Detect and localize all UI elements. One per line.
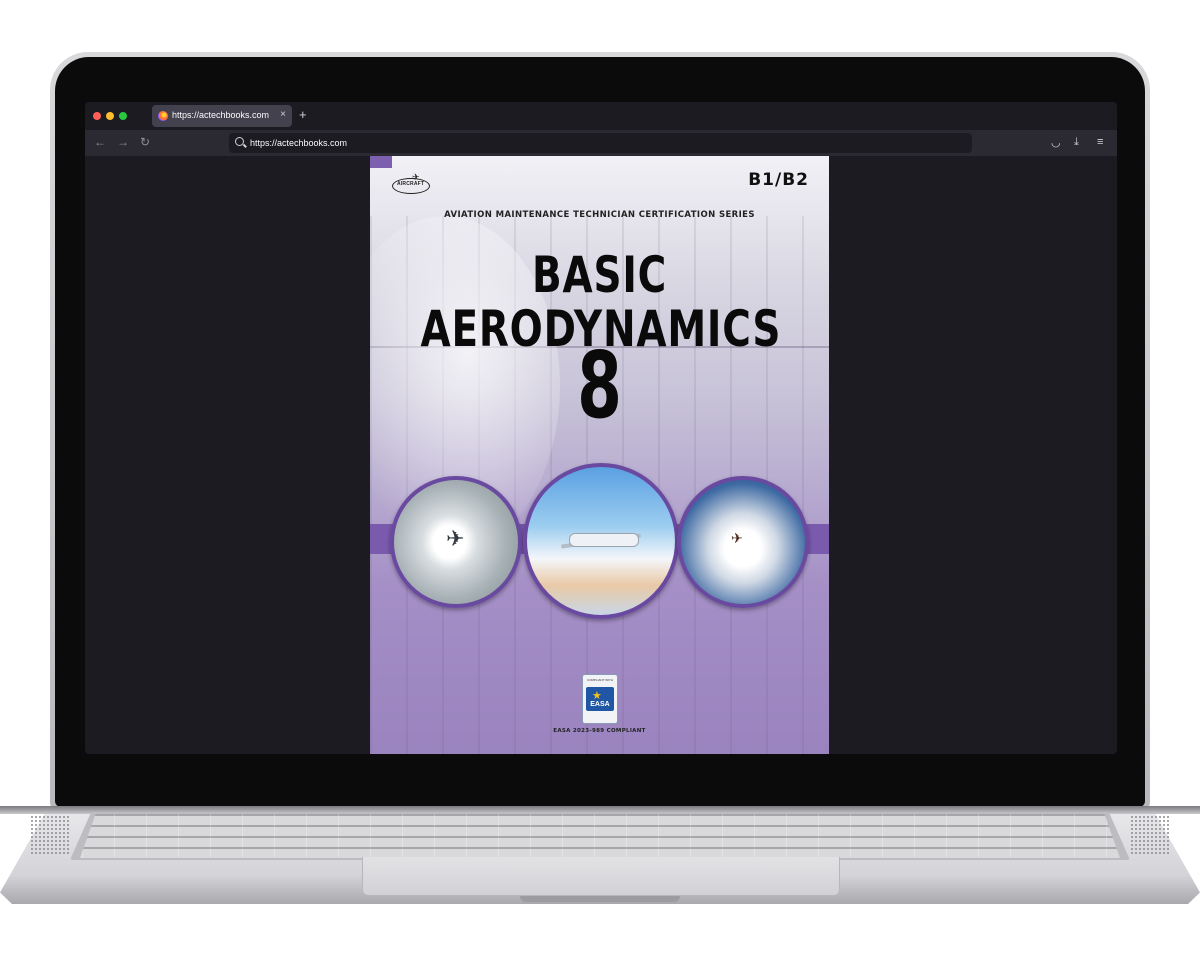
airliner-photo <box>523 463 679 619</box>
keyboard <box>80 814 1120 858</box>
reload-button[interactable]: ↻ <box>140 135 150 149</box>
address-bar[interactable]: https://actechbooks.com <box>229 133 972 153</box>
compliance-text: EASA 2023-989 COMPLIANT <box>553 728 646 734</box>
url-text: https://actechbooks.com <box>250 138 348 148</box>
downloads-icon[interactable]: ⤓ <box>1074 136 1079 149</box>
module-number: 8 <box>577 332 622 439</box>
speaker-grille-right <box>1130 815 1170 855</box>
lid-notch <box>520 896 680 902</box>
zoom-window-button[interactable] <box>119 112 127 120</box>
tab-actechbooks[interactable]: https://actechbooks.com × <box>152 105 292 127</box>
fighter-jet-photo: ✈ <box>390 476 522 608</box>
easa-label: EASA <box>590 701 610 708</box>
minimize-window-button[interactable] <box>106 112 114 120</box>
firefox-icon <box>158 111 168 121</box>
close-window-button[interactable] <box>93 112 101 120</box>
menu-icon[interactable]: ≡ <box>1097 136 1103 148</box>
publisher-logo: ✈ AIRCRAFT <box>392 172 430 194</box>
speaker-grille-left <box>30 815 70 855</box>
tab-close-icon[interactable]: × <box>280 109 286 120</box>
new-tab-button[interactable]: + <box>299 107 307 122</box>
search-icon <box>235 137 244 146</box>
fighter-jet-icon: ✈ <box>446 526 465 551</box>
trackpad <box>362 857 840 896</box>
tab-bar: https://actechbooks.com × + <box>85 102 1117 130</box>
series-title: AVIATION MAINTENANCE TECHNICIAN CERTIFIC… <box>444 210 755 220</box>
forward-button[interactable]: → <box>117 135 129 149</box>
tab-title: https://actechbooks.com <box>172 110 270 120</box>
small-jet-icon: ✈ <box>731 530 743 546</box>
navigation-toolbar: ← → ↻ https://actechbooks.com ◡ ⤓ ≡ <box>85 130 1117 156</box>
logo-text: AIRCRAFT <box>397 181 425 187</box>
back-button[interactable]: ← <box>94 135 106 149</box>
license-category: B1/B2 <box>748 170 809 190</box>
book-cover: ✈ AIRCRAFT B1/B2 AVIATION MAINTENANCE TE… <box>370 156 829 754</box>
pocket-icon[interactable]: ◡ <box>1051 136 1061 149</box>
wingtip-vortex-photo: ✈ <box>677 476 809 608</box>
corner-tab <box>370 156 392 168</box>
airliner-fuselage <box>569 533 639 547</box>
browser-window: https://actechbooks.com × + ← → ↻ https:… <box>85 102 1117 754</box>
easa-badge: COMPLIANT WITH ★ EASA <box>582 674 618 724</box>
easa-badge-caption: COMPLIANT WITH <box>587 678 613 682</box>
